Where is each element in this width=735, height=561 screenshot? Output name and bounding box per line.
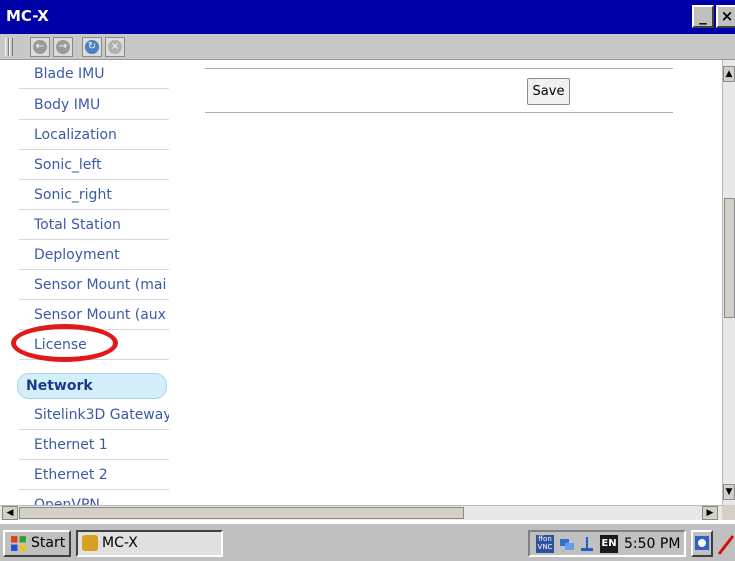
sidebar-item-blade-imu[interactable]: Blade IMU xyxy=(19,60,169,89)
start-label: Start xyxy=(31,535,66,551)
minimize-button[interactable]: _ xyxy=(692,5,714,28)
forward-button[interactable]: → xyxy=(53,37,73,57)
system-tray: ffon VNC EN 5:50 PM xyxy=(528,530,686,557)
sidebar-section-network[interactable]: Network xyxy=(17,373,167,399)
vertical-scroll-thumb[interactable] xyxy=(724,198,735,318)
divider-top xyxy=(205,68,673,69)
back-arrow-icon: ← xyxy=(33,40,47,54)
highlight-circle xyxy=(11,324,118,362)
sidebar-item-body-imu[interactable]: Body IMU xyxy=(19,91,169,120)
refresh-icon: ↻ xyxy=(85,40,99,54)
stop-button[interactable]: × xyxy=(105,37,125,57)
scroll-down-arrow-icon[interactable]: ▼ xyxy=(723,484,735,500)
save-button[interactable]: Save xyxy=(527,78,570,105)
window-title: MC-X xyxy=(6,7,49,25)
scroll-left-arrow-icon[interactable]: ◀ xyxy=(2,506,18,520)
clock[interactable]: 5:50 PM xyxy=(624,534,680,554)
sidebar-item-total-station[interactable]: Total Station xyxy=(19,211,169,240)
forward-arrow-icon: → xyxy=(56,40,70,54)
scrollbar-corner xyxy=(722,505,735,520)
horizontal-scroll-thumb[interactable] xyxy=(19,507,464,519)
sidebar-item-sonic-left[interactable]: Sonic_left xyxy=(19,151,169,180)
sidebar-item-openvpn[interactable]: OpenVPN xyxy=(19,491,169,505)
sidebar-item-ethernet-1[interactable]: Ethernet 1 xyxy=(19,431,169,460)
windows-flag-icon xyxy=(11,536,26,551)
sidebar-item-sonic-right[interactable]: Sonic_right xyxy=(19,181,169,210)
close-button[interactable]: × xyxy=(716,5,735,28)
sidebar-nav: Blade IMU Body IMU Localization Sonic_le… xyxy=(0,60,172,505)
title-bar: MC-X _ × xyxy=(0,0,735,34)
sidebar-item-deployment[interactable]: Deployment xyxy=(19,241,169,270)
usb-icon[interactable] xyxy=(578,535,596,553)
main-content: Save xyxy=(172,60,722,505)
scroll-right-arrow-icon[interactable]: ▶ xyxy=(702,506,718,520)
refresh-button[interactable]: ↻ xyxy=(82,37,102,57)
scroll-up-arrow-icon[interactable]: ▲ xyxy=(723,66,735,82)
desktop-icon xyxy=(695,536,709,550)
divider-bottom xyxy=(205,112,673,113)
sidebar-item-localization[interactable]: Localization xyxy=(19,121,169,150)
taskbar-app-mcx[interactable]: MC-X xyxy=(76,530,223,557)
sidebar-item-sitelink3d-gateway[interactable]: Sitelink3D Gateway xyxy=(19,401,169,430)
horizontal-scrollbar[interactable]: ◀ ▶ xyxy=(0,505,722,520)
browser-toolbar: ← → ↻ × xyxy=(0,34,735,60)
toolbar-grip-2 xyxy=(9,38,13,56)
sidebar-item-sensor-mount-main[interactable]: Sensor Mount (mai xyxy=(19,271,169,300)
vnc-icon[interactable]: ffon VNC xyxy=(536,535,554,553)
app-icon xyxy=(82,535,98,551)
sidebar-item-ethernet-2[interactable]: Ethernet 2 xyxy=(19,461,169,490)
desktop-button[interactable] xyxy=(691,530,713,557)
taskbar-app-label: MC-X xyxy=(102,535,138,551)
network-icon[interactable] xyxy=(558,535,576,553)
start-button[interactable]: Start xyxy=(3,530,71,557)
language-indicator[interactable]: EN xyxy=(600,535,618,553)
taskbar: Start MC-X ffon VNC EN 5:50 PM xyxy=(0,522,735,561)
vertical-scrollbar[interactable]: ▲ ▼ xyxy=(722,60,735,505)
back-button[interactable]: ← xyxy=(30,37,50,57)
pen-input-icon[interactable] xyxy=(716,532,735,556)
stop-icon: × xyxy=(108,40,122,54)
